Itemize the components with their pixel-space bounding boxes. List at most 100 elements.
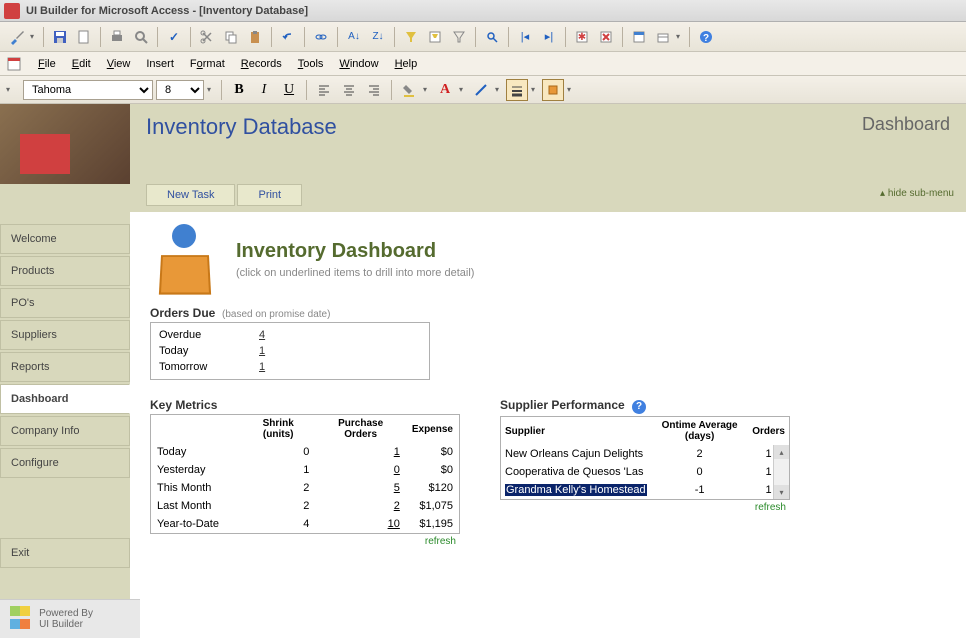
menu-insert[interactable]: Insert bbox=[138, 55, 182, 73]
nav-last-icon[interactable]: ▸| bbox=[538, 26, 560, 48]
metrics-refresh-link[interactable]: refresh bbox=[150, 534, 460, 549]
filter-form-icon[interactable] bbox=[424, 26, 446, 48]
help-icon[interactable]: ? bbox=[632, 400, 646, 414]
menu-tools[interactable]: Tools bbox=[290, 55, 332, 73]
po-link[interactable]: 10 bbox=[388, 518, 400, 530]
supplier-refresh-link[interactable]: refresh bbox=[500, 500, 790, 515]
nav-configure[interactable]: Configure bbox=[0, 448, 130, 478]
sort-desc-icon[interactable]: Z↓ bbox=[367, 26, 389, 48]
sort-asc-icon[interactable]: A↓ bbox=[343, 26, 365, 48]
paste-icon[interactable] bbox=[244, 26, 266, 48]
file-icon[interactable] bbox=[73, 26, 95, 48]
font-color-icon[interactable]: A bbox=[434, 79, 456, 101]
nav-products[interactable]: Products bbox=[0, 256, 130, 286]
menu-file[interactable]: File bbox=[30, 55, 64, 73]
delete-record-icon[interactable] bbox=[595, 26, 617, 48]
nav-pos[interactable]: PO's bbox=[0, 288, 130, 318]
nav-exit[interactable]: Exit bbox=[0, 538, 130, 568]
po-link[interactable]: 1 bbox=[394, 446, 400, 458]
font-size-select[interactable]: 8 bbox=[156, 80, 204, 100]
badge-logo-icon bbox=[10, 606, 30, 632]
app-icon bbox=[4, 3, 20, 19]
left-sidebar: Welcome Products PO's Suppliers Reports … bbox=[0, 104, 130, 638]
table-row[interactable]: New Orleans Cajun Delights21 bbox=[501, 445, 789, 463]
orders-label: Tomorrow bbox=[159, 361, 259, 373]
table-row: Last Month22$1,075 bbox=[151, 497, 459, 515]
align-center-icon[interactable] bbox=[338, 79, 360, 101]
fill-color-icon[interactable] bbox=[398, 79, 420, 101]
new-object-icon[interactable] bbox=[652, 26, 674, 48]
col-shrink: Shrink (units) bbox=[241, 415, 315, 443]
help-icon[interactable]: ? bbox=[695, 26, 717, 48]
nav-welcome[interactable]: Welcome bbox=[0, 224, 130, 254]
sidebar-hero-image bbox=[0, 104, 130, 184]
menu-help[interactable]: Help bbox=[387, 55, 426, 73]
menu-format[interactable]: Format bbox=[182, 55, 233, 73]
supplier-table: SupplierOntime Average (days)Orders New … bbox=[500, 416, 790, 500]
align-right-icon[interactable] bbox=[363, 79, 385, 101]
table-row[interactable]: Grandma Kelly's Homestead-11 bbox=[501, 481, 789, 499]
new-task-button[interactable]: New Task bbox=[146, 184, 235, 206]
orders-due-box: Overdue4 Today1 Tomorrow1 bbox=[150, 322, 430, 380]
format-toolbar: ▾ Tahoma 8 ▾ B I U ▾ A▾ ▾ ▾ ▾ bbox=[0, 76, 966, 104]
cut-icon[interactable] bbox=[196, 26, 218, 48]
filter-toggle-icon[interactable] bbox=[448, 26, 470, 48]
po-link[interactable]: 2 bbox=[394, 500, 400, 512]
find-icon[interactable] bbox=[481, 26, 503, 48]
hide-submenu-link[interactable]: hide sub-menu bbox=[880, 188, 954, 199]
po-link[interactable]: 5 bbox=[394, 482, 400, 494]
col-supplier: Supplier bbox=[501, 417, 651, 445]
svg-text:?: ? bbox=[703, 33, 709, 44]
key-metrics-table: Shrink (units)Purchase OrdersExpense Tod… bbox=[150, 414, 460, 534]
orders-label: Overdue bbox=[159, 329, 259, 341]
bold-icon[interactable]: B bbox=[228, 79, 250, 101]
filter-sel-icon[interactable] bbox=[400, 26, 422, 48]
form-icon[interactable] bbox=[6, 56, 22, 72]
special-effect-icon[interactable] bbox=[542, 79, 564, 101]
page-context: Dashboard bbox=[862, 114, 950, 135]
nav-reports[interactable]: Reports bbox=[0, 352, 130, 382]
key-metrics-title: Key Metrics bbox=[150, 398, 460, 412]
menu-edit[interactable]: Edit bbox=[64, 55, 99, 73]
line-width-icon[interactable] bbox=[506, 79, 528, 101]
spell-icon[interactable]: ✓ bbox=[163, 26, 185, 48]
window-title: UI Builder for Microsoft Access - [Inven… bbox=[26, 5, 308, 17]
dashboard-subtitle: (click on underlined items to drill into… bbox=[236, 267, 474, 279]
col-po: Purchase Orders bbox=[315, 415, 405, 443]
supplier-perf-title: Supplier Performance ? bbox=[500, 398, 790, 414]
table-row: Year-to-Date410$1,195 bbox=[151, 515, 459, 533]
link-icon[interactable] bbox=[310, 26, 332, 48]
nav-dashboard[interactable]: Dashboard bbox=[0, 384, 130, 414]
save-icon[interactable] bbox=[49, 26, 71, 48]
db-window-icon[interactable] bbox=[628, 26, 650, 48]
copy-icon[interactable] bbox=[220, 26, 242, 48]
menu-records[interactable]: Records bbox=[233, 55, 290, 73]
new-record-icon[interactable]: ✱ bbox=[571, 26, 593, 48]
nav-first-icon[interactable]: |◂ bbox=[514, 26, 536, 48]
italic-icon[interactable]: I bbox=[253, 79, 275, 101]
orders-value-link[interactable]: 4 bbox=[259, 329, 265, 341]
undo-icon[interactable] bbox=[277, 26, 299, 48]
menu-window[interactable]: Window bbox=[331, 55, 386, 73]
action-bar: New Task Print hide sub-menu bbox=[130, 184, 966, 212]
font-select[interactable]: Tahoma bbox=[23, 80, 153, 100]
underline-icon[interactable]: U bbox=[278, 79, 300, 101]
preview-icon[interactable] bbox=[130, 26, 152, 48]
orders-value-link[interactable]: 1 bbox=[259, 361, 265, 373]
po-link[interactable]: 0 bbox=[394, 464, 400, 476]
align-left-icon[interactable] bbox=[313, 79, 335, 101]
design-icon[interactable] bbox=[6, 26, 28, 48]
nav-suppliers[interactable]: Suppliers bbox=[0, 320, 130, 350]
svg-text:✱: ✱ bbox=[578, 32, 586, 43]
table-row[interactable]: Cooperativa de Quesos 'Las01 bbox=[501, 463, 789, 481]
orders-value-link[interactable]: 1 bbox=[259, 345, 265, 357]
nav-company[interactable]: Company Info bbox=[0, 416, 130, 446]
print-button[interactable]: Print bbox=[237, 184, 302, 206]
menubar: File Edit View Insert Format Records Too… bbox=[0, 52, 966, 76]
scrollbar[interactable]: ▴▾ bbox=[773, 445, 789, 499]
menu-view[interactable]: View bbox=[99, 55, 139, 73]
table-row: Yesterday10$0 bbox=[151, 461, 459, 479]
content-header: Inventory Database Dashboard bbox=[130, 104, 966, 184]
line-color-icon[interactable] bbox=[470, 79, 492, 101]
print-icon[interactable] bbox=[106, 26, 128, 48]
